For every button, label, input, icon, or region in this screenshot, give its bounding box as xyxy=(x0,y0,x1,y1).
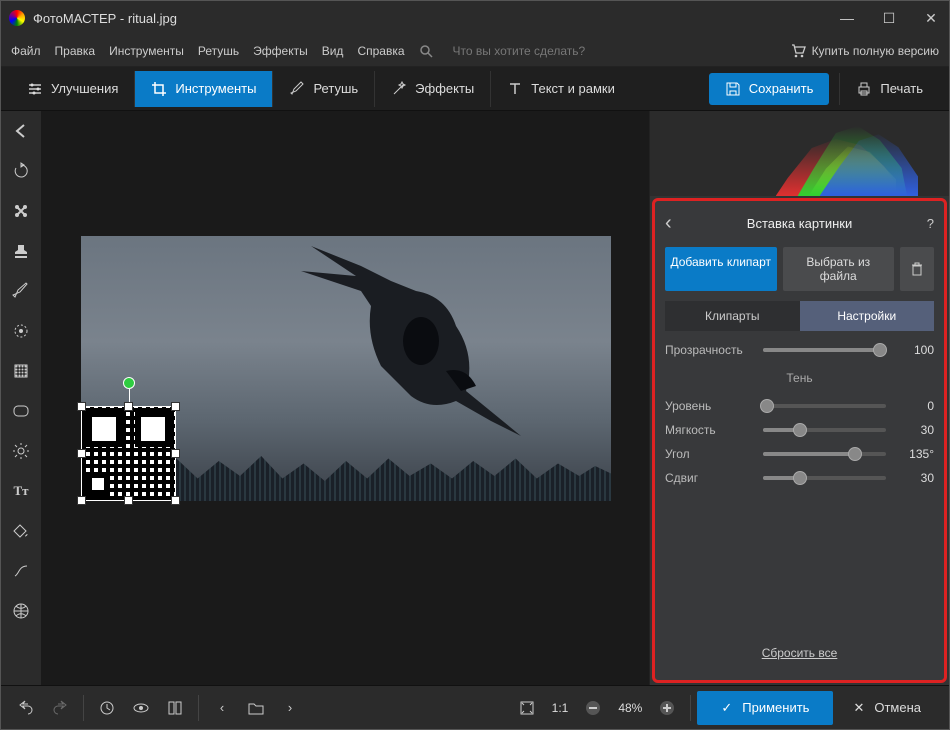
window-title: ФотоМАСТЕР - ritual.jpg xyxy=(33,11,837,26)
save-button[interactable]: Сохранить xyxy=(709,73,830,105)
wand-icon xyxy=(391,81,407,97)
heal-tool[interactable] xyxy=(9,199,33,223)
brightness-tool[interactable] xyxy=(9,439,33,463)
menu-edit[interactable]: Правка xyxy=(55,44,96,58)
menu-help[interactable]: Справка xyxy=(357,44,404,58)
fill-tool[interactable] xyxy=(9,519,33,543)
panel-back-button[interactable]: ‹ xyxy=(665,212,685,235)
fit-button[interactable] xyxy=(510,691,544,725)
resize-handle[interactable] xyxy=(124,402,133,411)
open-file-button[interactable] xyxy=(239,691,273,725)
opacity-slider[interactable]: Прозрачность 100 xyxy=(665,343,934,357)
maximize-button[interactable]: ☐ xyxy=(879,10,899,27)
from-file-button[interactable]: Выбрать из файла xyxy=(783,247,895,291)
next-file-button[interactable]: › xyxy=(273,691,307,725)
delete-button[interactable] xyxy=(900,247,934,291)
menu-view[interactable]: Вид xyxy=(322,44,344,58)
resize-handle[interactable] xyxy=(171,402,180,411)
radial-tool[interactable] xyxy=(9,319,33,343)
add-clipart-button[interactable]: Добавить клипарт xyxy=(665,247,777,291)
search-input[interactable]: Что вы хотите сделать? xyxy=(453,44,776,58)
close-button[interactable]: ✕ xyxy=(921,10,941,27)
vignette-tool[interactable] xyxy=(9,399,33,423)
menu-tools[interactable]: Инструменты xyxy=(109,44,184,58)
inserted-clipart[interactable] xyxy=(81,406,176,501)
app-logo-icon xyxy=(9,10,25,26)
save-icon xyxy=(725,81,741,97)
trash-icon xyxy=(910,262,924,276)
tab-retouch[interactable]: Ретушь xyxy=(273,71,375,107)
resize-handle[interactable] xyxy=(77,496,86,505)
curve-tool[interactable] xyxy=(9,559,33,583)
brush-icon xyxy=(289,81,305,97)
canvas-area[interactable] xyxy=(41,111,649,685)
histogram xyxy=(650,111,949,196)
menu-file[interactable]: Файл xyxy=(11,44,41,58)
globe-tool[interactable] xyxy=(9,599,33,623)
panel-title: Вставка картинки xyxy=(685,216,914,231)
tab-settings[interactable]: Настройки xyxy=(800,301,935,331)
preview-button[interactable] xyxy=(124,691,158,725)
softness-slider[interactable]: Мягкость 30 xyxy=(665,423,934,437)
insert-image-panel: ‹ Вставка картинки ? Добавить клипарт Вы… xyxy=(652,198,947,683)
gradient-tool[interactable] xyxy=(9,359,33,383)
history-button[interactable] xyxy=(90,691,124,725)
resize-handle[interactable] xyxy=(77,402,86,411)
level-slider[interactable]: Уровень 0 xyxy=(665,399,934,413)
compare-button[interactable] xyxy=(158,691,192,725)
menu-bar: Файл Правка Инструменты Ретушь Эффекты В… xyxy=(1,35,949,67)
left-toolbar: Tᴛ xyxy=(1,111,41,685)
apply-button[interactable]: ✓ Применить xyxy=(697,691,833,725)
crop-icon xyxy=(151,81,167,97)
search-icon xyxy=(419,44,433,58)
resize-handle[interactable] xyxy=(77,449,86,458)
tab-improvements[interactable]: Улучшения xyxy=(11,71,135,107)
text-icon xyxy=(507,81,523,97)
back-arrow-button[interactable] xyxy=(9,119,33,143)
print-button[interactable]: Печать xyxy=(839,73,939,105)
title-bar: ФотоМАСТЕР - ritual.jpg — ☐ ✕ xyxy=(1,1,949,35)
zoom-value: 48% xyxy=(610,701,650,715)
print-icon xyxy=(856,81,872,97)
shift-slider[interactable]: Сдвиг 30 xyxy=(665,471,934,485)
resize-handle[interactable] xyxy=(124,496,133,505)
check-icon: ✓ xyxy=(721,700,732,716)
main-toolbar: Улучшения Инструменты Ретушь Эффекты Тек… xyxy=(1,67,949,111)
skull-graphic xyxy=(271,236,531,436)
cart-icon xyxy=(790,43,806,59)
prev-file-button[interactable]: ‹ xyxy=(205,691,239,725)
rotate-tool[interactable] xyxy=(9,159,33,183)
tab-text-frames[interactable]: Текст и рамки xyxy=(491,71,631,107)
tab-effects[interactable]: Эффекты xyxy=(375,71,491,107)
right-panel: ‹ Вставка картинки ? Добавить клипарт Вы… xyxy=(649,111,949,685)
bottom-bar: ‹ › 1:1 48% ✓ Применить ✕ Отмена xyxy=(1,685,949,729)
x-icon: ✕ xyxy=(853,700,864,716)
redo-button[interactable] xyxy=(43,691,77,725)
undo-button[interactable] xyxy=(9,691,43,725)
shadow-section-label: Тень xyxy=(665,371,934,385)
resize-handle[interactable] xyxy=(171,449,180,458)
resize-handle[interactable] xyxy=(171,496,180,505)
zoom-out-button[interactable] xyxy=(576,691,610,725)
cancel-button[interactable]: ✕ Отмена xyxy=(833,691,941,725)
angle-slider[interactable]: Угол 135° xyxy=(665,447,934,461)
text-tool[interactable]: Tᴛ xyxy=(9,479,33,503)
stamp-tool[interactable] xyxy=(9,239,33,263)
buy-full-button[interactable]: Купить полную версию xyxy=(790,43,939,59)
reset-all-button[interactable]: Сбросить все xyxy=(665,636,934,670)
menu-effects[interactable]: Эффекты xyxy=(253,44,308,58)
menu-retouch[interactable]: Ретушь xyxy=(198,44,239,58)
brush-tool[interactable] xyxy=(9,279,33,303)
ratio-label[interactable]: 1:1 xyxy=(544,701,577,715)
panel-help-button[interactable]: ? xyxy=(914,216,934,231)
zoom-in-button[interactable] xyxy=(650,691,684,725)
rotate-handle[interactable] xyxy=(123,377,135,389)
tab-tools[interactable]: Инструменты xyxy=(135,71,273,107)
minimize-button[interactable]: — xyxy=(837,10,857,27)
tab-cliparts[interactable]: Клипарты xyxy=(665,301,800,331)
sliders-icon xyxy=(27,81,43,97)
